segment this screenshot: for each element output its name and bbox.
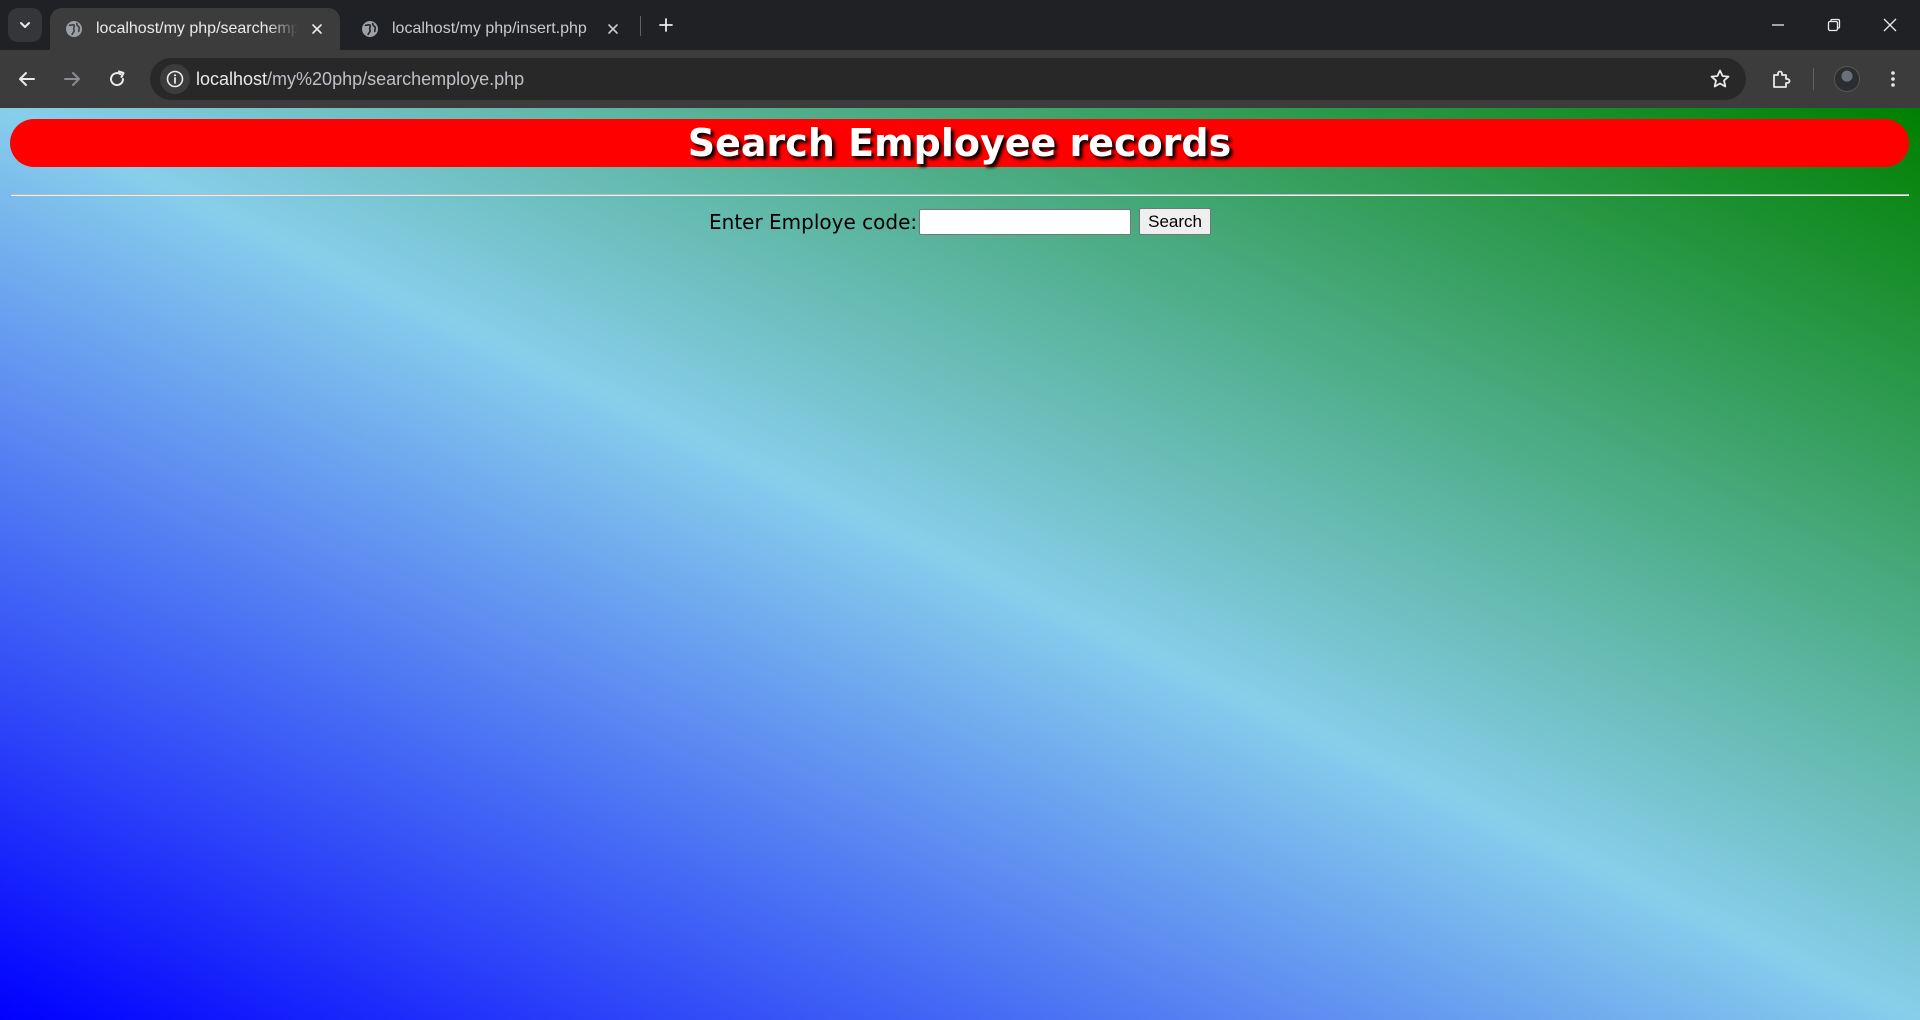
- minimize-button[interactable]: [1750, 0, 1806, 50]
- tab-divider: [640, 16, 641, 36]
- new-tab-button[interactable]: [652, 11, 680, 39]
- browser-toolbar: localhost/my%20php/searchemploye.php: [0, 50, 1920, 108]
- close-icon[interactable]: [306, 18, 328, 40]
- forward-button[interactable]: [57, 64, 87, 94]
- tab-strip: localhost/my php/searchemploye.php local…: [0, 0, 1920, 50]
- search-form: Enter Employe code: Search: [0, 208, 1920, 235]
- url-path: /my%20php/searchemploye.php: [267, 69, 525, 89]
- restore-button[interactable]: [1806, 0, 1862, 50]
- browser-window: localhost/my php/searchemploye.php local…: [0, 0, 1920, 1020]
- bookmark-button[interactable]: [1708, 67, 1732, 91]
- arrow-right-icon: [62, 69, 82, 89]
- star-icon: [1709, 68, 1731, 90]
- puzzle-icon: [1770, 68, 1792, 90]
- search-button[interactable]: Search: [1139, 208, 1211, 235]
- close-icon: [1883, 18, 1897, 32]
- page-title: Search Employee records: [10, 119, 1909, 167]
- page-viewport: Search Employee records Enter Employe co…: [0, 108, 1920, 1020]
- close-window-button[interactable]: [1862, 0, 1918, 50]
- tab-search-button[interactable]: [8, 8, 42, 42]
- reload-button[interactable]: [102, 64, 132, 94]
- chevron-down-icon: [18, 18, 32, 32]
- globe-icon: [64, 19, 84, 39]
- close-icon[interactable]: [602, 18, 624, 40]
- divider: [10, 194, 1909, 196]
- employee-code-input[interactable]: [919, 208, 1132, 235]
- tab-searchemploye[interactable]: localhost/my php/searchemploye.php: [50, 8, 340, 50]
- plus-icon: [658, 17, 674, 33]
- tab-title: localhost/my php/searchemploye.php: [96, 20, 298, 37]
- employee-code-label: Enter Employe code:: [709, 209, 918, 234]
- tab-insert[interactable]: localhost/my php/insert.php: [346, 8, 636, 50]
- restore-icon: [1827, 18, 1841, 32]
- url-text[interactable]: localhost/my%20php/searchemploye.php: [196, 58, 524, 100]
- minimize-icon: [1771, 18, 1785, 32]
- arrow-left-icon: [17, 69, 37, 89]
- site-info-button[interactable]: [160, 64, 190, 94]
- toolbar-separator: [1813, 68, 1814, 90]
- reload-icon: [107, 69, 127, 89]
- tab-title: localhost/my php/insert.php: [392, 20, 587, 37]
- extensions-button[interactable]: [1766, 64, 1796, 94]
- url-host: localhost: [196, 69, 268, 89]
- back-button[interactable]: [12, 64, 42, 94]
- more-vert-icon: [1883, 69, 1903, 89]
- globe-icon: [360, 19, 380, 39]
- avatar[interactable]: [1834, 66, 1860, 92]
- browser-menu-button[interactable]: [1878, 64, 1908, 94]
- address-bar[interactable]: localhost/my%20php/searchemploye.php: [150, 58, 1746, 100]
- info-icon: [166, 70, 184, 88]
